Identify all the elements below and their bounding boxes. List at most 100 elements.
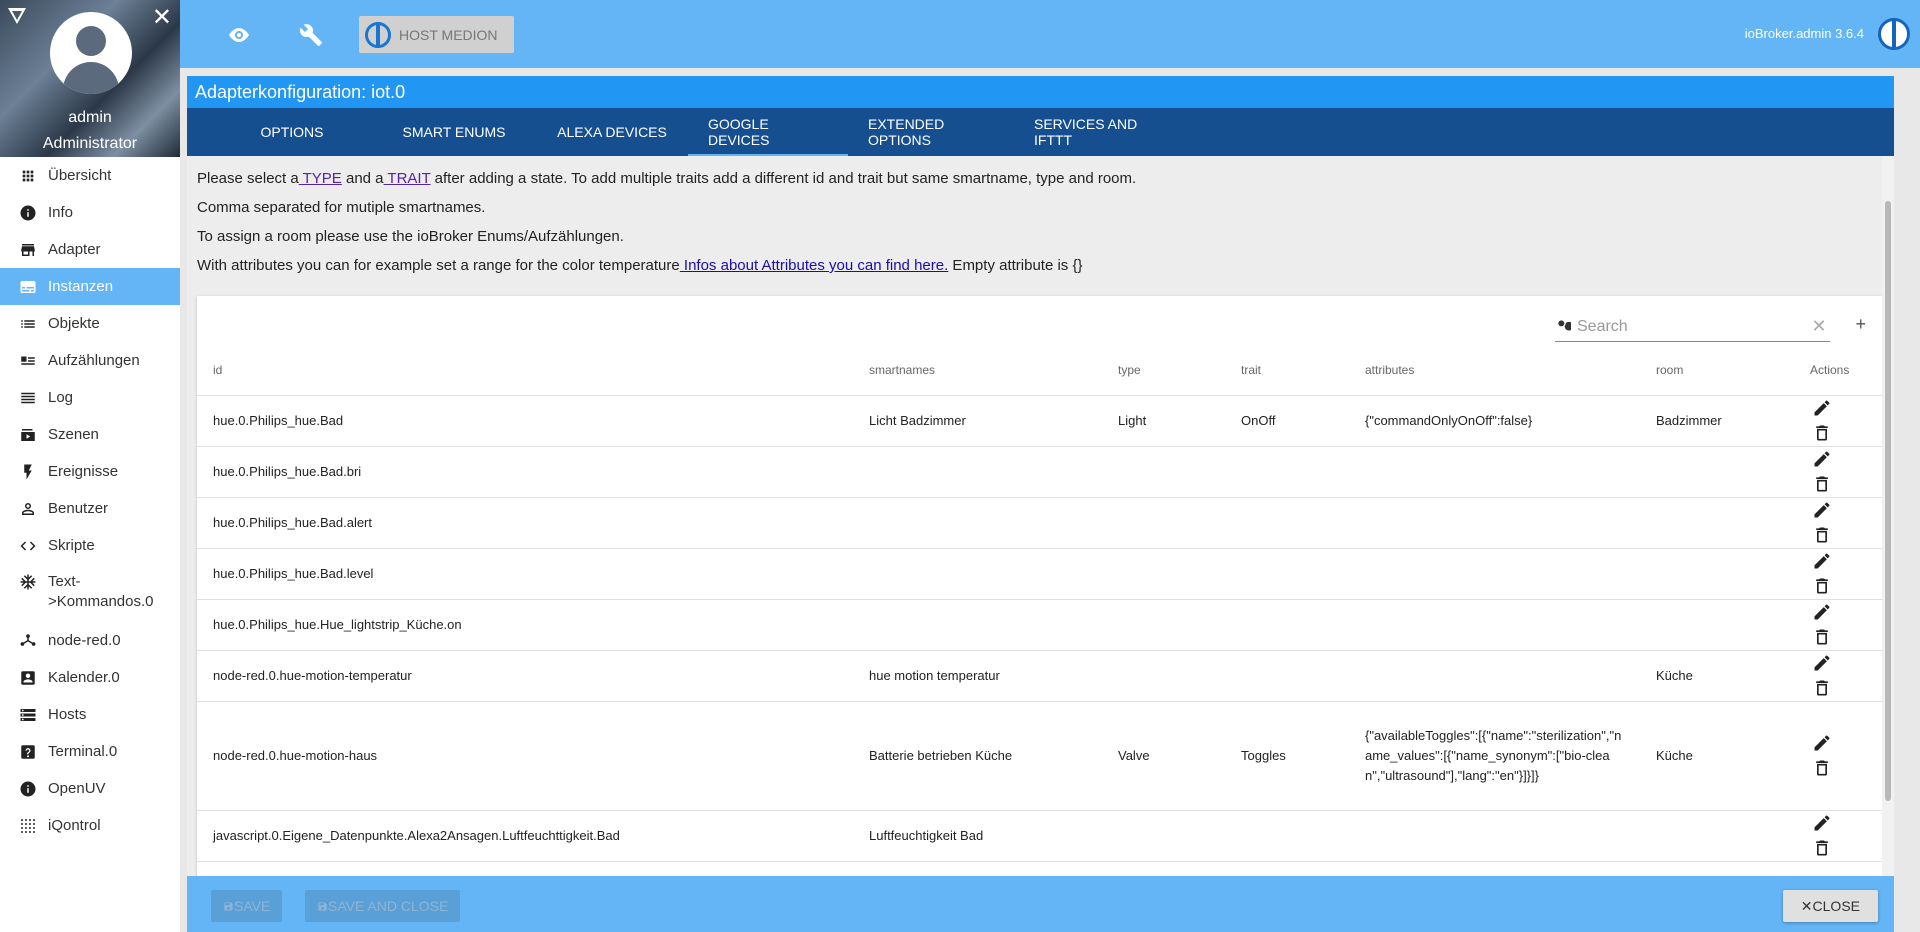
column-header-attributes[interactable]: attributes xyxy=(1349,346,1640,396)
delete-icon[interactable] xyxy=(1810,574,1834,598)
sidebar-item-skripte[interactable]: Skripte xyxy=(0,527,180,564)
cell-trait[interactable] xyxy=(1225,548,1349,600)
cell-trait[interactable]: OnOff xyxy=(1225,395,1349,447)
edit-icon[interactable] xyxy=(1810,447,1834,471)
cell-id[interactable]: hue.0.Philips_hue.Bad.bri xyxy=(197,446,853,498)
sidebar-item-benutzer[interactable]: Benutzer xyxy=(0,490,180,527)
cell-id[interactable]: hue.0.Philips_hue.Hue_lightstrip_Küche.o… xyxy=(197,599,853,651)
type-link[interactable]: TYPE xyxy=(299,170,342,187)
edit-icon[interactable] xyxy=(1810,549,1834,573)
cell-room[interactable] xyxy=(1640,810,1794,862)
cell-room[interactable] xyxy=(1640,446,1794,498)
cell-id[interactable]: node-red.0.hue-motion-temperatur xyxy=(197,650,853,702)
cell-type[interactable] xyxy=(1102,599,1225,651)
cell-attributes[interactable] xyxy=(1349,446,1640,498)
cell-id[interactable]: hue.0.Philips_hue.Bad xyxy=(197,395,853,447)
sidebar-item-terminal-0[interactable]: Terminal.0 xyxy=(0,733,180,770)
tab-options[interactable]: OPTIONS xyxy=(212,108,372,156)
cell-smartnames[interactable] xyxy=(853,497,1102,549)
column-header-smartnames[interactable]: smartnames xyxy=(853,346,1102,396)
sidebar-item-text-kommandos-0[interactable]: Text->Kommandos.0 xyxy=(0,564,180,622)
cell-attributes[interactable] xyxy=(1349,548,1640,600)
cell-attributes[interactable] xyxy=(1349,599,1640,651)
save-and-close-button[interactable]: SAVE AND CLOSE xyxy=(305,890,461,922)
search-input[interactable] xyxy=(1577,317,1808,336)
sidebar-item-openuv[interactable]: OpenUV xyxy=(0,770,180,807)
wrench-icon[interactable] xyxy=(296,20,326,50)
cell-trait[interactable] xyxy=(1225,599,1349,651)
sidebar-item-szenen[interactable]: Szenen xyxy=(0,416,180,453)
column-header-room[interactable]: room xyxy=(1640,346,1794,396)
cell-id[interactable]: hue.0.Philips_hue.Bad.level xyxy=(197,548,853,600)
cell-smartnames[interactable] xyxy=(853,548,1102,600)
scrollbar-thumb[interactable] xyxy=(1885,201,1891,801)
column-header-type[interactable]: type xyxy=(1102,346,1225,396)
sidebar-item-node-red-0[interactable]: node-red.0 xyxy=(0,622,180,659)
cell-attributes[interactable] xyxy=(1349,497,1640,549)
sidebar-item-iqontrol[interactable]: iQontrol xyxy=(0,807,180,844)
sidebar-item-log[interactable]: Log xyxy=(0,379,180,416)
cell-smartnames[interactable]: Luftfeuchtigkeit Bad xyxy=(853,810,1102,862)
cell-smartnames[interactable] xyxy=(853,446,1102,498)
sidebar-item-instanzen[interactable]: Instanzen xyxy=(0,268,180,305)
menu-toggle-icon[interactable] xyxy=(8,8,26,24)
host-button[interactable]: HOST MEDION xyxy=(359,16,514,53)
cell-type[interactable] xyxy=(1102,650,1225,702)
cell-type[interactable] xyxy=(1102,548,1225,600)
cell-type[interactable]: Valve xyxy=(1102,701,1225,811)
cell-smartnames[interactable]: hue motion temperatur xyxy=(853,650,1102,702)
edit-icon[interactable] xyxy=(1810,811,1834,835)
tab-extended-options[interactable]: EXTENDED OPTIONS xyxy=(848,108,1014,156)
sidebar-item-ereignisse[interactable]: Ereignisse xyxy=(0,453,180,490)
cell-attributes[interactable] xyxy=(1349,810,1640,862)
cell-attributes[interactable]: {"commandOnlyOnOff":false} xyxy=(1349,395,1640,447)
cell-room[interactable]: Küche xyxy=(1640,701,1794,811)
delete-icon[interactable] xyxy=(1810,523,1834,547)
sidebar-item-übersicht[interactable]: Übersicht xyxy=(0,157,180,194)
cell-trait[interactable] xyxy=(1225,810,1349,862)
column-header-trait[interactable]: trait xyxy=(1225,346,1349,396)
sidebar-item-info[interactable]: Info xyxy=(0,194,180,231)
cell-id[interactable]: javascript.0.Eigene_Datenpunkte.Alexa2An… xyxy=(197,810,853,862)
cell-id[interactable]: node-red.0.hue-motion-haus xyxy=(197,701,853,811)
cell-room[interactable]: Küche xyxy=(1640,650,1794,702)
sidebar-item-objekte[interactable]: Objekte xyxy=(0,305,180,342)
delete-icon[interactable] xyxy=(1810,625,1834,649)
delete-icon[interactable] xyxy=(1810,676,1834,700)
delete-icon[interactable] xyxy=(1810,472,1834,496)
edit-icon[interactable] xyxy=(1810,498,1834,522)
delete-icon[interactable] xyxy=(1810,836,1834,860)
save-button[interactable]: SAVE xyxy=(211,890,283,922)
cell-room[interactable] xyxy=(1640,599,1794,651)
edit-icon[interactable] xyxy=(1810,396,1834,420)
cell-type[interactable]: Light xyxy=(1102,395,1225,447)
cell-trait[interactable] xyxy=(1225,446,1349,498)
sidebar-item-adapter[interactable]: Adapter xyxy=(0,231,180,268)
cell-trait[interactable] xyxy=(1225,497,1349,549)
cell-attributes[interactable]: {"availableToggles":[{"name":"sterilizat… xyxy=(1349,701,1640,811)
scrollbar[interactable] xyxy=(1882,156,1894,876)
sidebar-item-kalender-0[interactable]: Kalender.0 xyxy=(0,659,180,696)
cell-id[interactable]: hue.0.Philips_hue.Bad.alert xyxy=(197,497,853,549)
tab-services-and-ifttt[interactable]: SERVICES AND IFTTT xyxy=(1014,108,1184,156)
tab-alexa-devices[interactable]: ALEXA DEVICES xyxy=(536,108,688,156)
cell-type[interactable] xyxy=(1102,497,1225,549)
cell-room[interactable]: Badzimmer xyxy=(1640,395,1794,447)
cell-room[interactable] xyxy=(1640,497,1794,549)
cell-smartnames[interactable] xyxy=(853,599,1102,651)
delete-icon[interactable] xyxy=(1810,756,1834,780)
cell-trait[interactable]: Toggles xyxy=(1225,701,1349,811)
add-device-button[interactable]: + xyxy=(1855,314,1866,335)
trait-link[interactable]: TRAIT xyxy=(384,170,430,187)
eye-icon[interactable] xyxy=(224,20,254,50)
sidebar-item-aufzählungen[interactable]: Aufzählungen xyxy=(0,342,180,379)
cell-smartnames[interactable]: Batterie betrieben Küche xyxy=(853,701,1102,811)
cell-room[interactable] xyxy=(1640,548,1794,600)
attributes-info-link[interactable]: Infos about Attributes you can find here… xyxy=(680,257,948,274)
column-header-id[interactable]: id xyxy=(197,346,853,396)
edit-icon[interactable] xyxy=(1810,651,1834,675)
close-button[interactable]: ✕ CLOSE xyxy=(1782,890,1878,922)
cell-trait[interactable] xyxy=(1225,650,1349,702)
cell-type[interactable] xyxy=(1102,810,1225,862)
sidebar-item-hosts[interactable]: Hosts xyxy=(0,696,180,733)
